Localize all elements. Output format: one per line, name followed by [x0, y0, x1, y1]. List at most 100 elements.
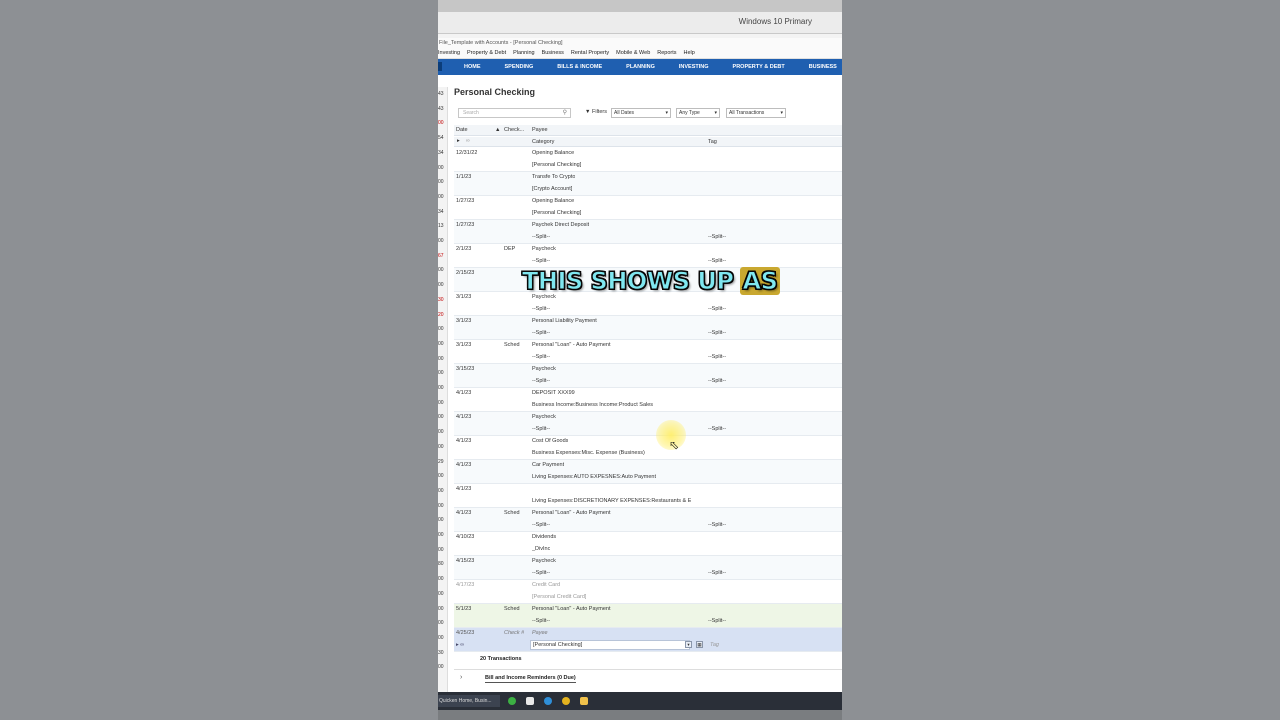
table-row[interactable]: 3/1/23 Personal Liability Payment --Split-…	[454, 316, 842, 340]
menu-item[interactable]: Mobile & Web	[616, 48, 650, 58]
txn-category: --Split--	[532, 522, 551, 528]
new-tag-field[interactable]: Tag	[710, 642, 719, 648]
account-balance-strip: 43 43 00 54 34 00 00 00 34 13 00 67 00 00 30 20 00 00 00 00…	[438, 87, 448, 692]
txn-tag: --Split--	[708, 522, 727, 528]
txn-category: --Split--	[532, 354, 551, 360]
menu-item[interactable]: Business	[542, 48, 564, 58]
expand-icon[interactable]: ▸	[457, 138, 460, 144]
nav-tab[interactable]: INVESTING	[679, 64, 709, 70]
new-date-field[interactable]: 4/25/23	[456, 630, 474, 636]
nav-tab[interactable]: HOME	[464, 64, 481, 70]
new-category-field[interactable]: [Personal Checking]	[530, 640, 690, 650]
taskbar-app-icon[interactable]	[526, 697, 534, 705]
txn-date: 2/15/23	[456, 270, 475, 276]
transaction-filter-select[interactable]: All Transactions ▾	[726, 108, 786, 118]
balance-fragment: 29	[438, 458, 444, 465]
table-row[interactable]: 4/1/23 Paycheck --Split-- --Split--	[454, 412, 842, 436]
txn-payee: Personal Liability Payment	[532, 318, 597, 324]
taskbar-app-icon[interactable]	[508, 697, 516, 705]
table-row[interactable]: 4/1/23 Living Expenses:DISCRETIONARY EXPE…	[454, 484, 842, 508]
balance-fragment: 00	[438, 282, 444, 289]
table-row[interactable]: 1/27/23 Opening Balance [Personal Checking…	[454, 196, 842, 220]
column-tag[interactable]: Tag	[708, 139, 717, 145]
new-payee-field[interactable]: Payee	[532, 630, 548, 636]
filters-label[interactable]: ▼ Filters	[585, 109, 607, 115]
txn-payee: Car Payment	[532, 462, 565, 468]
txn-category: Living Expenses:AUTO EXPESNES:Auto Payme…	[532, 474, 657, 480]
txn-date: 12/31/22	[456, 150, 478, 156]
filter-bar: Search ⚲ ▼ Filters All Dates ▾ Any Type …	[454, 107, 842, 121]
type-filter-select[interactable]: Any Type ▾	[676, 108, 720, 118]
txn-category: [Crypto Account]	[532, 186, 573, 192]
balance-fragment: 43	[438, 91, 444, 97]
txn-date: 5/1/23	[456, 606, 472, 612]
nav-tab[interactable]: SPENDING	[505, 64, 534, 70]
date-filter-select[interactable]: All Dates ▾	[611, 108, 671, 118]
reminders-label[interactable]: Bill and Income Reminders (0 Due)	[485, 675, 576, 683]
nav-tab[interactable]: BUSINESS	[809, 64, 837, 70]
mouse-cursor-icon: ⬁	[669, 438, 680, 452]
menu-item[interactable]: Help	[684, 48, 695, 58]
txn-category: --Split--	[532, 234, 551, 240]
table-row[interactable]: 1/1/23 Transfe To Crypto [Crypto Account]	[454, 172, 842, 196]
column-header-row-2: ▸ ∞ Category Tag	[454, 137, 842, 147]
column-date[interactable]: Date	[456, 127, 468, 133]
reminders-bar[interactable]: › Bill and Income Reminders (0 Due)	[454, 669, 842, 687]
balance-fragment: 80	[438, 561, 444, 568]
txn-category: [Personal Checking]	[532, 210, 582, 216]
txn-payee: Paycheck	[532, 246, 556, 252]
column-payee[interactable]: Payee	[532, 127, 548, 133]
table-row[interactable]: 4/10/23 Dividends _DivInc	[454, 532, 842, 556]
balance-fragment: 67	[438, 252, 444, 259]
table-row[interactable]: 4/1/23 Car Payment Living Expenses:AUTO EX…	[454, 460, 842, 484]
table-row[interactable]: 4/15/23 Paycheck --Split-- --Split--	[454, 556, 842, 580]
column-category[interactable]: Category	[532, 139, 554, 145]
row-action-icons[interactable]: ▸ ∞	[456, 642, 464, 648]
new-transaction-row[interactable]: 4/25/23 Check # Payee ▸ ∞ [Personal Checking…	[454, 628, 842, 652]
menu-item[interactable]: Property & Debt	[467, 48, 506, 58]
column-check[interactable]: Check...	[504, 127, 524, 133]
table-row[interactable]: 3/1/23 Sched Personal "Loan" - Auto Paymen…	[454, 340, 842, 364]
balance-fragment: 00	[438, 576, 444, 583]
table-row[interactable]: 4/1/23 DEPOSIT XXX99 Business Income:Busin…	[454, 388, 842, 412]
attachment-icon: ∞	[466, 138, 470, 144]
balance-fragment: 54	[438, 135, 444, 142]
table-row[interactable]: 3/15/23 Paycheck --Split-- --Split--	[454, 364, 842, 388]
table-row[interactable]: 12/31/22 Opening Balance [Personal Checkin…	[454, 148, 842, 172]
nav-tab[interactable]: PLANNING	[626, 64, 655, 70]
balance-fragment: 00	[438, 664, 444, 671]
edge-icon[interactable]	[544, 697, 552, 705]
filter-icon: ▼	[585, 109, 591, 115]
balance-fragment: 00	[438, 267, 444, 274]
chrome-icon[interactable]	[562, 697, 570, 705]
txn-tag: --Split--	[708, 618, 727, 624]
new-check-field[interactable]: Check #	[504, 630, 524, 636]
category-dropdown-icon[interactable]: ▾	[685, 641, 692, 648]
table-row[interactable]: 4/1/23 Sched Personal "Loan" - Auto Paymen…	[454, 508, 842, 532]
nav-scroll-left-icon[interactable]	[438, 62, 442, 71]
table-row[interactable]: 4/17/23 Credit Card [Personal Credit Card]	[454, 580, 842, 604]
category-list-icon[interactable]: ▦	[696, 641, 703, 648]
table-row[interactable]: 4/1/23 Cost Of Goods Business Expenses:Mis…	[454, 436, 842, 460]
balance-fragment: 00	[438, 238, 444, 244]
txn-category: Business Income:Business Income:Product …	[532, 402, 654, 408]
menu-item[interactable]: Reports	[657, 48, 676, 58]
chevron-right-icon[interactable]: ›	[460, 674, 462, 681]
txn-category: Living Expenses:DISCRETIONARY EXPENSES:R…	[532, 498, 692, 504]
menu-item[interactable]: Investing	[438, 48, 460, 58]
folder-icon[interactable]	[580, 697, 588, 705]
txn-category: _DivInc	[532, 546, 551, 552]
search-input[interactable]: Search ⚲	[458, 108, 571, 118]
table-row[interactable]: 1/27/23 Paychek Direct Deposit --Split-- --…	[454, 220, 842, 244]
nav-tab[interactable]: PROPERTY & DEBT	[733, 64, 785, 70]
menu-item[interactable]: Planning	[513, 48, 534, 58]
table-row[interactable]: 5/1/23 Sched Personal "Loan" - Auto Paymen…	[454, 604, 842, 628]
balance-fragment: 13	[438, 223, 444, 230]
nav-tab[interactable]: BILLS & INCOME	[557, 64, 602, 70]
txn-payee: Paychek Direct Deposit	[532, 222, 590, 228]
menu-item[interactable]: Rental Property	[571, 48, 609, 58]
taskbar-app-quicken[interactable]: Quicken Home, Busin...	[438, 695, 500, 707]
balance-fragment: 00	[438, 370, 444, 377]
txn-category: Business Expenses:Misc. Expense (Busines…	[532, 450, 645, 456]
txn-date: 3/1/23	[456, 294, 472, 300]
